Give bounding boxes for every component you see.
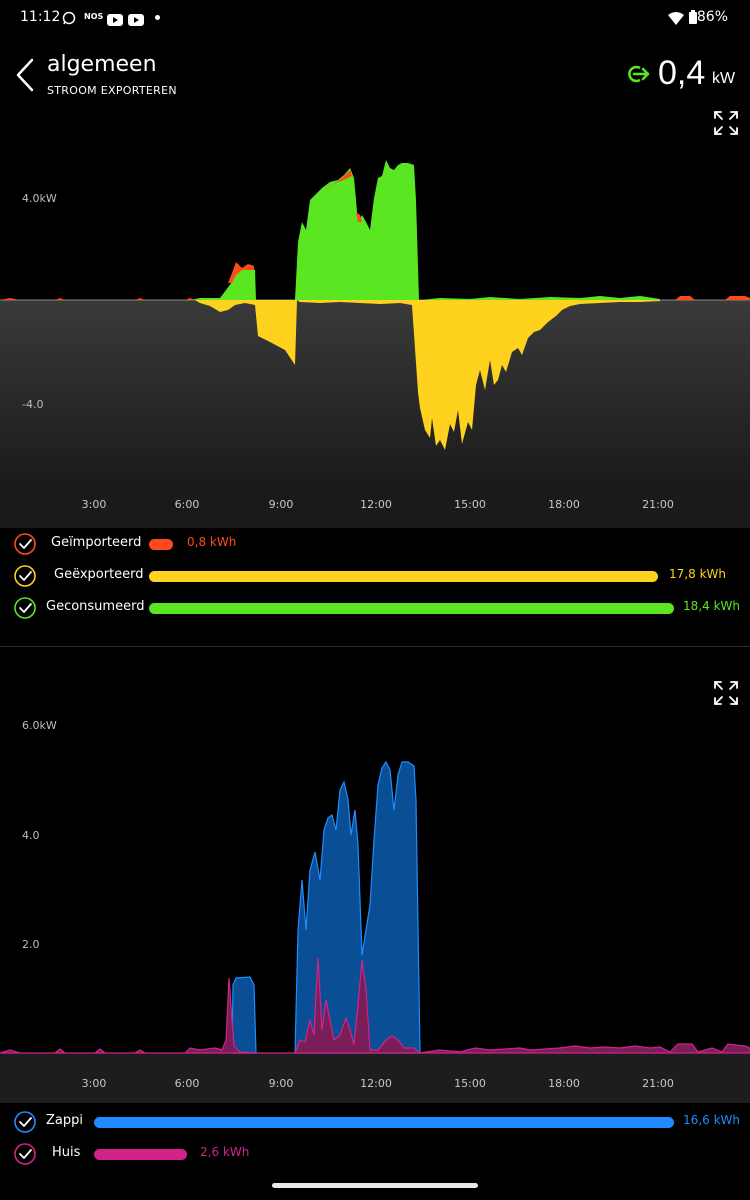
- check-circle-icon: [14, 1111, 36, 1133]
- x-axis-label: 6:00: [175, 498, 200, 511]
- x-axis-label: 9:00: [269, 498, 294, 511]
- battery-percent: 86%: [696, 9, 728, 25]
- legend-row-huis[interactable]: Huis 2,6 kWh: [0, 1141, 750, 1169]
- section-divider: [0, 646, 750, 647]
- y-axis-label: 2.0: [22, 938, 40, 951]
- whatsapp-icon: [62, 10, 76, 29]
- home-indicator[interactable]: [272, 1183, 478, 1188]
- status-bar: 11:12 NOS 86%: [0, 0, 750, 36]
- check-circle-icon: [14, 1143, 36, 1165]
- x-axis-label: 18:00: [548, 498, 580, 511]
- legend-row-consumed[interactable]: Geconsumeerd 18,4 kWh: [0, 595, 750, 623]
- legend-row-exported[interactable]: Geëxporteerd 17,8 kWh: [0, 563, 750, 591]
- legend-value: 0,8 kWh: [187, 535, 237, 549]
- legend-value: 18,4 kWh: [683, 599, 740, 613]
- page-title: algemeen: [47, 52, 157, 77]
- legend-label: Geëxporteerd: [54, 567, 144, 582]
- y-axis-label-bottom: -4.0: [22, 398, 43, 411]
- x-axis-label: 18:00: [548, 1077, 580, 1090]
- y-axis-label: 6.0kW: [22, 719, 57, 732]
- negative-area-background: [0, 300, 750, 488]
- chevron-left-icon: [16, 58, 34, 92]
- x-axis-label: 3:00: [82, 1077, 107, 1090]
- power-value: 0,4: [658, 54, 706, 92]
- y-axis-label: 4.0: [22, 829, 40, 842]
- check-circle-icon: [14, 597, 36, 619]
- consumed-area: [190, 160, 419, 300]
- youtube-icon: [128, 11, 144, 30]
- export-arrow-icon: [624, 60, 652, 88]
- legend-bar: [149, 603, 674, 614]
- y-axis-label-top: 4.0kW: [22, 192, 57, 205]
- legend-label: Huis: [52, 1145, 81, 1160]
- legend-value: 16,6 kWh: [683, 1113, 740, 1127]
- x-axis-label: 12:00: [360, 1077, 392, 1090]
- page-subtitle: STROOM EXPORTEREN: [47, 84, 177, 97]
- back-button[interactable]: [12, 58, 42, 92]
- x-axis-label: 6:00: [175, 1077, 200, 1090]
- legend-label: Zappi: [46, 1113, 83, 1128]
- legend-row-imported[interactable]: Geïmporteerd 0,8 kWh: [0, 531, 750, 559]
- legend-bar: [94, 1149, 187, 1160]
- power-unit: kW: [712, 70, 736, 87]
- legend-label: Geïmporteerd: [51, 535, 142, 550]
- zappi-area: [231, 976, 257, 1054]
- nos-icon: NOS: [84, 12, 104, 21]
- x-axis-label: 12:00: [360, 498, 392, 511]
- youtube-icon: [107, 11, 123, 30]
- energy-flow-chart: 4.0kW -4.0 3:00 6:00 9:00 12:00 15:00 18…: [0, 160, 750, 528]
- x-axis-label: 9:00: [269, 1077, 294, 1090]
- battery-icon: [689, 9, 697, 28]
- consumed-baseline: [420, 296, 660, 300]
- legend-value: 17,8 kWh: [669, 567, 726, 581]
- legend-bar: [149, 571, 658, 582]
- x-axis-label: 21:00: [642, 498, 674, 511]
- legend-bar: [149, 539, 173, 550]
- legend-value: 2,6 kWh: [200, 1145, 250, 1159]
- x-axis-label: 3:00: [82, 498, 107, 511]
- x-axis-label: 15:00: [454, 498, 486, 511]
- wifi-icon: [668, 10, 684, 29]
- legend-row-zappi[interactable]: Zappi 16,6 kWh: [0, 1109, 750, 1137]
- legend-label: Geconsumeerd: [46, 599, 145, 614]
- x-axis-label: 21:00: [642, 1077, 674, 1090]
- dot-icon: [155, 15, 160, 20]
- check-circle-icon: [14, 533, 36, 555]
- x-axis-label: 15:00: [454, 1077, 486, 1090]
- device-consumption-chart: 6.0kW 4.0 2.0 3:00 6:00 9:00 12:00 15:00…: [0, 719, 750, 1103]
- legend-bar: [94, 1117, 674, 1128]
- check-circle-icon: [14, 565, 36, 587]
- status-time: 11:12: [20, 9, 61, 25]
